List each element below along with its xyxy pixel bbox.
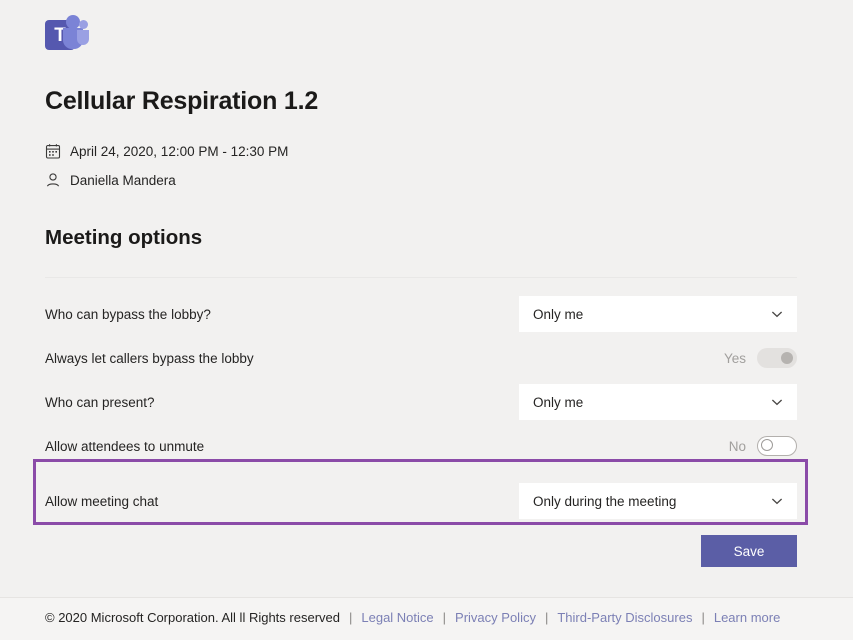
- page-title: Cellular Respiration 1.2: [45, 87, 319, 115]
- meeting-options-list: Who can bypass the lobby? Only me Always…: [45, 292, 797, 534]
- footer-separator: |: [544, 610, 549, 625]
- meeting-organizer: Daniella Mandera: [45, 172, 176, 189]
- option-control-slot: Only during the meeting: [519, 483, 797, 519]
- meeting-options-page: T Cellular Respiration 1.2 April 24, 202…: [0, 0, 853, 640]
- meeting-header: T Cellular Respiration 1.2 April 24, 202…: [45, 14, 805, 188]
- chevron-down-icon: [771, 498, 783, 505]
- footer: © 2020 Microsoft Corporation. All ll Rig…: [0, 598, 853, 640]
- toggle-state-label-callers-bypass: Yes: [723, 350, 746, 366]
- meeting-organizer-name: Daniella Mandera: [70, 173, 176, 188]
- footer-copyright: © 2020 Microsoft Corporation. All ll Rig…: [45, 610, 340, 625]
- chevron-down-icon: [771, 311, 783, 318]
- toggle-knob: [781, 352, 793, 364]
- footer-separator: |: [442, 610, 447, 625]
- toggle-callers-bypass[interactable]: [757, 348, 797, 368]
- option-row-allow-meeting-chat: Allow meeting chat Only during the meeti…: [45, 468, 797, 534]
- option-label-allow-unmute: Allow attendees to unmute: [45, 438, 205, 454]
- option-label-allow-meeting-chat: Allow meeting chat: [45, 493, 159, 509]
- footer-link-learn-more[interactable]: Learn more: [714, 610, 780, 625]
- footer-link-privacy-policy[interactable]: Privacy Policy: [455, 610, 536, 625]
- options-top-divider: [45, 277, 797, 278]
- dropdown-allow-meeting-chat[interactable]: Only during the meeting: [519, 483, 797, 519]
- teams-logo-person-body-small: [77, 30, 89, 45]
- section-heading-meeting-options: Meeting options: [45, 226, 203, 249]
- toggle-group-callers-bypass: Yes: [724, 348, 797, 368]
- chevron-down-icon: [771, 399, 783, 406]
- toggle-state-label-allow-unmute: No: [728, 438, 746, 454]
- option-row-allow-unmute: Allow attendees to unmute No: [45, 424, 797, 468]
- option-label-bypass-lobby: Who can bypass the lobby?: [45, 306, 211, 322]
- dropdown-value-bypass-lobby: Only me: [533, 306, 584, 322]
- toggle-group-allow-unmute: No: [729, 436, 797, 456]
- teams-logo-person-head-small: [79, 20, 88, 29]
- toggle-allow-unmute[interactable]: [757, 436, 797, 456]
- save-row: Save: [45, 535, 797, 567]
- option-control-slot: Yes: [519, 348, 797, 368]
- option-label-callers-bypass: Always let callers bypass the lobby: [45, 350, 254, 366]
- meeting-datetime: April 24, 2020, 12:00 PM - 12:30 PM: [45, 143, 288, 160]
- dropdown-value-who-can-present: Only me: [533, 394, 584, 410]
- dropdown-value-allow-meeting-chat: Only during the meeting: [533, 493, 677, 509]
- option-row-callers-bypass: Always let callers bypass the lobby Yes: [45, 336, 797, 380]
- footer-separator: |: [701, 610, 705, 625]
- toggle-knob: [761, 439, 773, 451]
- person-icon: [46, 173, 60, 187]
- save-button[interactable]: Save: [701, 535, 797, 567]
- footer-separator: |: [348, 610, 353, 625]
- footer-link-third-party-disclosures[interactable]: Third-Party Disclosures: [557, 610, 692, 625]
- option-label-who-can-present: Who can present?: [45, 394, 155, 410]
- option-row-who-can-present: Who can present? Only me: [45, 380, 797, 424]
- calendar-icon: [45, 144, 61, 159]
- dropdown-bypass-lobby[interactable]: Only me: [519, 296, 797, 332]
- microsoft-teams-logo-icon: T: [45, 14, 89, 54]
- dropdown-who-can-present[interactable]: Only me: [519, 384, 797, 420]
- option-control-slot: Only me: [519, 296, 797, 332]
- option-row-bypass-lobby: Who can bypass the lobby? Only me: [45, 292, 797, 336]
- option-control-slot: No: [519, 436, 797, 456]
- teams-logo-person-head-large: [66, 15, 80, 29]
- footer-content: © 2020 Microsoft Corporation. All ll Rig…: [45, 610, 780, 625]
- option-control-slot: Only me: [519, 384, 797, 420]
- footer-link-legal-notice[interactable]: Legal Notice: [361, 610, 433, 625]
- meeting-datetime-text: April 24, 2020, 12:00 PM - 12:30 PM: [70, 144, 289, 159]
